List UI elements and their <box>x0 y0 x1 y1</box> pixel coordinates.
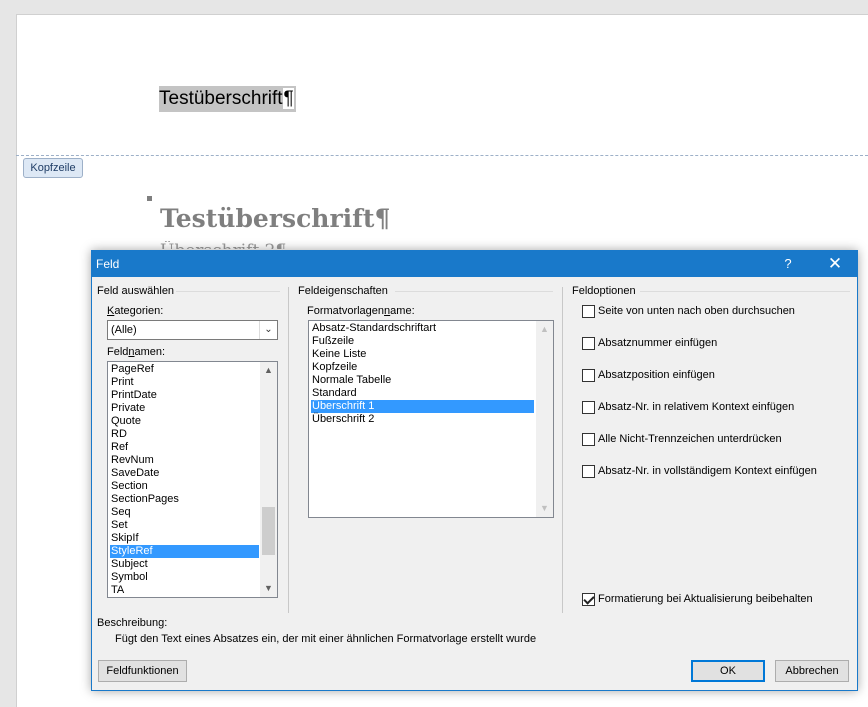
scroll-thumb[interactable] <box>262 507 275 555</box>
scroll-down-icon[interactable]: ▼ <box>536 500 553 517</box>
header-heading-text: Testüberschrift <box>159 88 283 109</box>
scroll-down-icon[interactable]: ▼ <box>260 580 277 597</box>
option-label[interactable]: Absatz-Nr. in vollständigem Kontext einf… <box>598 465 817 477</box>
fieldname-item[interactable]: StyleRef <box>110 545 259 558</box>
pilcrow-mark: ¶ <box>282 88 294 109</box>
dialog-title: Feld <box>96 257 120 271</box>
fieldname-item[interactable]: SaveDate <box>110 467 259 480</box>
field-codes-button[interactable]: Feldfunktionen <box>98 660 187 682</box>
option-label[interactable]: Alle Nicht-Trennzeichen unterdrücken <box>598 433 782 445</box>
help-button[interactable]: ? <box>775 251 801 277</box>
fieldname-item[interactable]: Seq <box>110 506 259 519</box>
fieldname-item[interactable]: SkipIf <box>110 532 259 545</box>
header-tag: Kopfzeile <box>23 158 83 178</box>
option-checkbox[interactable] <box>582 305 595 318</box>
group-rule <box>640 291 850 292</box>
fieldname-item[interactable]: Section <box>110 480 259 493</box>
paragraph-mark-icon <box>147 196 152 201</box>
option-checkbox[interactable] <box>582 337 595 350</box>
option-label[interactable]: Absatzposition einfügen <box>598 369 715 381</box>
style-item[interactable]: Normale Tabelle <box>311 374 534 387</box>
fieldnames-scrollbar[interactable]: ▲ ▼ <box>260 362 277 597</box>
body-subheading[interactable]: Überschrift 2¶ <box>160 241 286 249</box>
fieldname-item[interactable]: RD <box>110 428 259 441</box>
options-group-title: Feldoptionen <box>572 285 636 297</box>
scroll-up-icon[interactable]: ▲ <box>260 362 277 379</box>
body-heading[interactable]: Testüberschrift¶ <box>160 204 390 233</box>
style-item[interactable]: Keine Liste <box>311 348 534 361</box>
close-button[interactable]: ✕ <box>813 251 857 277</box>
categories-dropdown[interactable]: (Alle) ⌄ <box>107 320 278 340</box>
style-name-list[interactable]: Absatz-Standardschriftart Fußzeile Keine L… <box>308 320 554 518</box>
option-checkbox[interactable] <box>582 465 595 478</box>
categories-label: Kategorien: <box>107 305 164 317</box>
description-title: Beschreibung: <box>97 617 168 629</box>
group-rule <box>395 291 553 292</box>
fieldname-item[interactable]: Subject <box>110 558 259 571</box>
style-name-label: Formatvorlagenname: <box>307 305 415 317</box>
fieldname-item[interactable]: PrintDate <box>110 389 259 402</box>
style-item[interactable]: Fußzeile <box>311 335 534 348</box>
option-checkbox[interactable] <box>582 433 595 446</box>
properties-group-title: Feldeigenschaften <box>298 285 388 297</box>
option-checkbox[interactable] <box>582 369 595 382</box>
fieldname-item[interactable]: SectionPages <box>110 493 259 506</box>
header-boundary-line <box>16 155 868 156</box>
header-heading[interactable]: Testüberschrift¶ <box>159 86 296 112</box>
fieldname-item[interactable]: TA <box>110 584 259 597</box>
fieldname-item[interactable]: Print <box>110 376 259 389</box>
fieldname-item[interactable]: PageRef <box>110 363 259 376</box>
group-rule <box>176 291 280 292</box>
cancel-button[interactable]: Abbrechen <box>775 660 849 682</box>
chevron-down-icon[interactable]: ⌄ <box>259 321 277 339</box>
fieldname-item[interactable]: Ref <box>110 441 259 454</box>
dialog-titlebar[interactable]: Feld ? ✕ <box>92 251 857 277</box>
option-label[interactable]: Absatz-Nr. in relativem Kontext einfügen <box>598 401 794 413</box>
description-text: Fügt den Text eines Absatzes ein, der mi… <box>115 633 537 645</box>
option-label[interactable]: Seite von unten nach oben durchsuchen <box>598 305 795 317</box>
style-item[interactable]: Überschrift 1 <box>311 400 534 413</box>
preserve-formatting-label[interactable]: Formatierung bei Aktualisierung beibehal… <box>598 593 813 605</box>
fieldnames-list[interactable]: PageRef Print PrintDate Private Quote RD Ref Re… <box>107 361 278 598</box>
scroll-up-icon[interactable]: ▲ <box>536 321 553 338</box>
separator <box>288 287 289 613</box>
fieldname-item[interactable]: Symbol <box>110 571 259 584</box>
fieldname-item[interactable]: Private <box>110 402 259 415</box>
fieldname-item[interactable]: Quote <box>110 415 259 428</box>
style-item[interactable]: Überschrift 2 <box>311 413 534 426</box>
option-checkbox[interactable] <box>582 401 595 414</box>
categories-value: (Alle) <box>111 324 137 336</box>
style-item[interactable]: Kopfzeile <box>311 361 534 374</box>
style-item[interactable]: Absatz-Standardschriftart <box>311 322 534 335</box>
option-label[interactable]: Absatznummer einfügen <box>598 337 717 349</box>
style-item[interactable]: Standard <box>311 387 534 400</box>
ok-button[interactable]: OK <box>691 660 765 682</box>
fieldname-item[interactable]: Set <box>110 519 259 532</box>
fieldname-item[interactable]: RevNum <box>110 454 259 467</box>
style-list-scrollbar[interactable]: ▲ ▼ <box>536 321 553 517</box>
preserve-formatting-checkbox[interactable] <box>582 593 595 606</box>
fieldnames-label: Feldnamen: <box>107 346 166 358</box>
field-dialog: Feld ? ✕ Feld auswählen Kategorien: (All… <box>91 250 858 691</box>
separator <box>562 287 563 613</box>
select-field-group-title: Feld auswählen <box>97 285 175 297</box>
